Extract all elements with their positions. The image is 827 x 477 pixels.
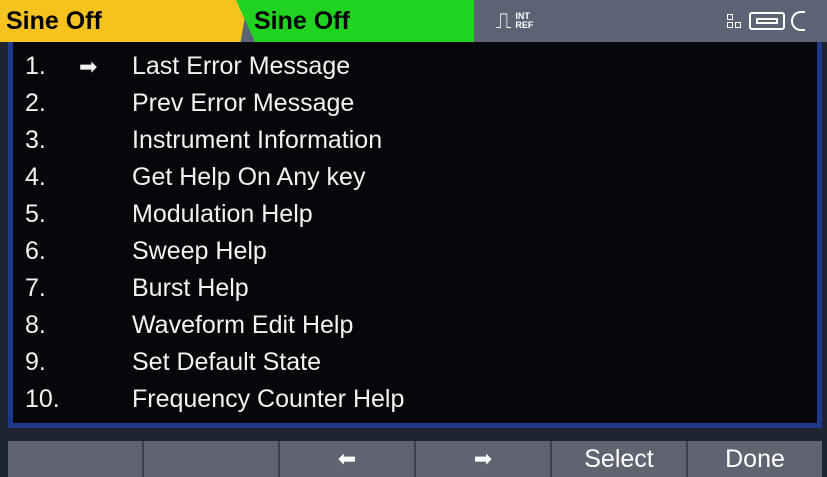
help-menu-item-label: Burst Help xyxy=(132,274,249,302)
channel1-status-tab[interactable]: Sine Off xyxy=(0,0,248,42)
reference-label: INT REF xyxy=(515,12,533,30)
help-menu-item[interactable]: 2. Prev Error Message xyxy=(13,85,817,122)
help-menu-item[interactable]: 10. Frequency Counter Help xyxy=(13,381,817,418)
internal-reference-indicator: ⎍ INT REF xyxy=(496,6,533,36)
network-icon xyxy=(727,14,743,28)
help-menu-item[interactable]: 4. Get Help On Any key xyxy=(13,159,817,196)
help-menu-item-number: 8. xyxy=(25,311,46,339)
help-menu-item[interactable]: 8. Waveform Edit Help xyxy=(13,307,817,344)
done-button-label: Done xyxy=(725,444,785,473)
help-menu-item[interactable]: 9. Set Default State xyxy=(13,344,817,381)
help-menu-item[interactable]: 3. Instrument Information xyxy=(13,122,817,159)
help-menu-item-number: 7. xyxy=(25,274,46,302)
help-menu-item-label: Instrument Information xyxy=(132,126,383,154)
left-arrow-icon: ⬅ xyxy=(337,446,357,471)
help-menu-item-number: 5. xyxy=(25,200,46,228)
softkey-bar: ⬅ ➡ Select Done xyxy=(8,441,822,477)
scroll-up-button[interactable]: ⬅ xyxy=(280,441,416,477)
channel1-status-label: Sine Off xyxy=(6,6,102,35)
help-menu-item-label: Modulation Help xyxy=(132,200,313,228)
softkey-1[interactable] xyxy=(8,441,144,477)
power-icon xyxy=(791,11,805,31)
clock-reference-icon: ⎍ xyxy=(496,8,512,33)
help-menu-item-number: 2. xyxy=(25,89,46,117)
help-menu-item[interactable]: 6. Sweep Help xyxy=(13,233,817,270)
help-menu-item-label: Frequency Counter Help xyxy=(132,385,405,413)
help-menu-item-number: 4. xyxy=(25,163,46,191)
help-menu-item-number: 6. xyxy=(25,237,46,265)
instrument-screen: Sine Off Sine Off ⎍ INT REF 1. ➡ Last Erro… xyxy=(0,0,827,477)
status-bar: Sine Off Sine Off ⎍ INT REF xyxy=(0,0,827,42)
help-menu-item-label: Prev Error Message xyxy=(132,89,355,117)
help-menu-item[interactable]: 1. ➡ Last Error Message xyxy=(13,48,817,85)
help-menu-item-number: 3. xyxy=(25,126,46,154)
help-menu-panel: 1. ➡ Last Error Message 2. Prev Error Messag… xyxy=(8,42,822,428)
help-menu-item[interactable]: 5. Modulation Help xyxy=(13,196,817,233)
help-menu-item-label: Set Default State xyxy=(132,348,322,376)
usb-icon xyxy=(749,12,785,30)
scroll-down-button[interactable]: ➡ xyxy=(416,441,552,477)
reference-label-bottom: REF xyxy=(515,20,534,30)
help-menu-item-label: Sweep Help xyxy=(132,237,267,265)
help-menu-item[interactable]: 7. Burst Help xyxy=(13,270,817,307)
softkey-2[interactable] xyxy=(144,441,280,477)
help-menu-item-label: Get Help On Any key xyxy=(132,163,366,191)
selection-arrow-icon: ➡ xyxy=(79,53,98,79)
select-button[interactable]: Select xyxy=(552,441,688,477)
help-menu-item-label: Waveform Edit Help xyxy=(132,311,354,339)
system-icons xyxy=(727,6,805,36)
help-menu-item-number: 9. xyxy=(25,348,46,376)
help-menu-item-label: Last Error Message xyxy=(132,52,351,80)
channel2-status-tab[interactable]: Sine Off xyxy=(236,0,474,42)
select-button-label: Select xyxy=(584,444,654,473)
help-menu-item-number: 10. xyxy=(25,385,60,413)
help-menu-item-number: 1. xyxy=(25,52,46,80)
done-button[interactable]: Done xyxy=(688,441,822,477)
channel2-status-label: Sine Off xyxy=(254,6,350,35)
right-arrow-icon: ➡ xyxy=(473,446,493,471)
